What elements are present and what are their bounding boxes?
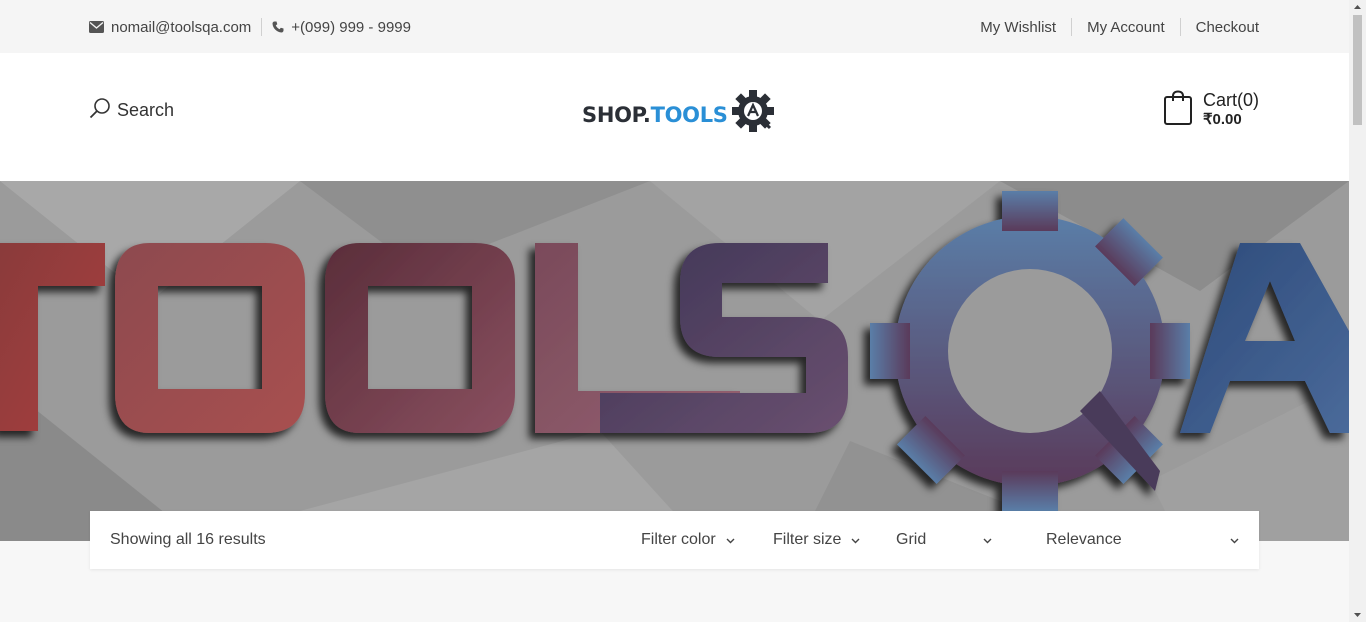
phone-link[interactable]: +(099) 999 - 9999: [272, 19, 411, 36]
phone-icon: [272, 21, 284, 33]
result-count: Showing all 16 results: [110, 531, 266, 548]
view-select-value: Grid: [896, 531, 927, 548]
view-select[interactable]: Grid: [896, 531, 992, 549]
account-links: My Wishlist My Account Checkout: [980, 17, 1259, 37]
divider: [261, 18, 263, 36]
cart-amount: ₹0.00: [1202, 111, 1242, 128]
top-bar: nomail@toolsqa.com +(099) 999 - 9999 My …: [0, 0, 1349, 53]
filter-size-dropdown[interactable]: Filter size: [773, 531, 860, 549]
divider: [1179, 18, 1181, 36]
search-icon: [89, 97, 117, 124]
cart-label: Cart(0): [1202, 90, 1259, 110]
filter-color-label: Filter color: [641, 531, 716, 548]
contact-info: nomail@toolsqa.com +(099) 999 - 9999: [89, 17, 411, 37]
filter-size-label: Filter size: [773, 531, 842, 548]
scrollbar-thumb[interactable]: [1353, 15, 1362, 125]
site-header: Search SHOP. TOOLS Cart(0) ₹0.00: [0, 53, 1349, 181]
gear-icon: [731, 89, 777, 140]
checkout-link[interactable]: Checkout: [1196, 19, 1259, 36]
logo-text-shop: SHOP.: [582, 102, 651, 127]
sort-select[interactable]: Relevance: [1046, 531, 1239, 549]
logo-text-tools: TOOLS: [650, 102, 728, 127]
hero-banner: [0, 181, 1349, 541]
shop-toolbar: Showing all 16 results Filter color Filt…: [90, 511, 1259, 569]
email-link[interactable]: nomail@toolsqa.com: [89, 19, 251, 36]
email-text: nomail@toolsqa.com: [111, 18, 252, 36]
envelope-icon: [89, 21, 104, 33]
site-logo[interactable]: SHOP. TOOLS: [582, 89, 777, 140]
vertical-scrollbar[interactable]: [1349, 0, 1366, 622]
scroll-down-arrow-icon[interactable]: [1349, 608, 1366, 622]
chevron-down-icon: [1230, 531, 1239, 549]
shopping-bag-icon: [1163, 90, 1193, 131]
chevron-down-icon: [851, 531, 860, 549]
chevron-down-icon: [726, 531, 735, 549]
cart-button[interactable]: Cart(0) ₹0.00: [1163, 90, 1259, 131]
my-account-link[interactable]: My Account: [1087, 19, 1165, 36]
divider: [1071, 18, 1073, 36]
page: nomail@toolsqa.com +(099) 999 - 9999 My …: [0, 0, 1349, 622]
scroll-up-arrow-icon[interactable]: [1349, 0, 1366, 14]
filter-color-dropdown[interactable]: Filter color: [641, 531, 735, 549]
search-button[interactable]: Search: [89, 97, 174, 124]
phone-text: +(099) 999 - 9999: [291, 18, 411, 36]
search-label: Search: [117, 100, 175, 120]
chevron-down-icon: [983, 531, 992, 549]
my-wishlist-link[interactable]: My Wishlist: [980, 19, 1056, 36]
sort-select-value: Relevance: [1046, 531, 1122, 548]
